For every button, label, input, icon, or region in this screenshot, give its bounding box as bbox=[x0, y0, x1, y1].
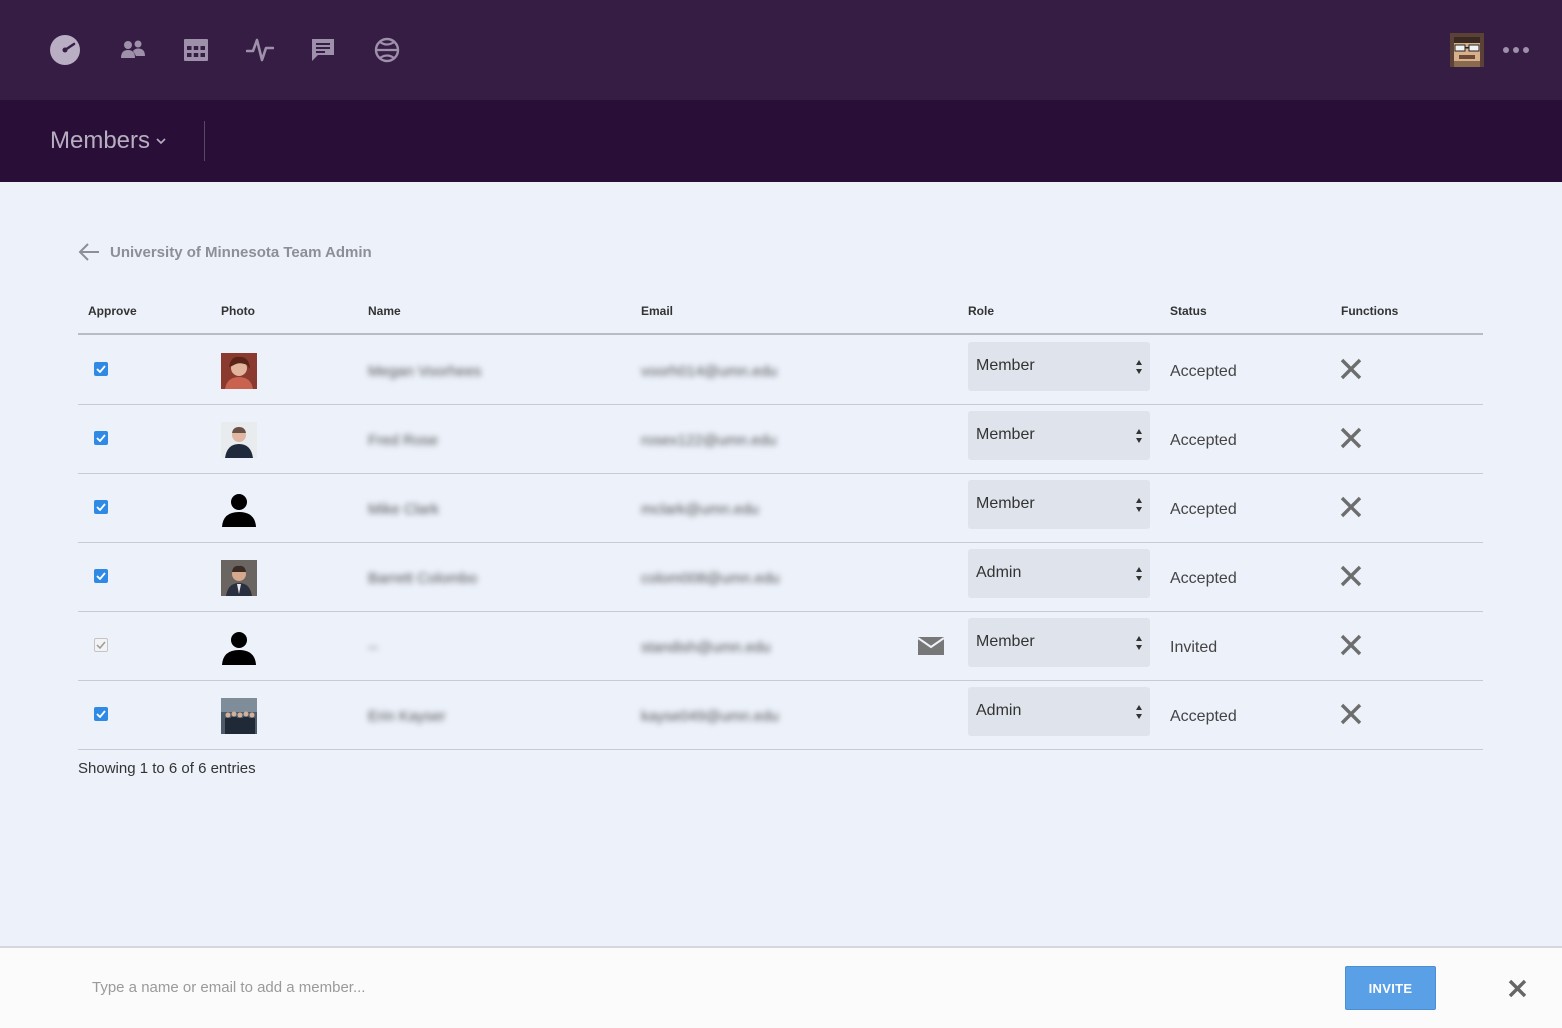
status-text: Accepted bbox=[1170, 363, 1237, 380]
role-select[interactable]: Member bbox=[968, 411, 1150, 460]
role-value: Member bbox=[976, 633, 1035, 650]
role-select[interactable]: Member bbox=[968, 480, 1150, 529]
remove-member-icon[interactable] bbox=[1340, 358, 1362, 380]
section-header bbox=[0, 100, 1562, 182]
member-email: rosex122@umn.edu bbox=[641, 432, 777, 449]
header-role[interactable]: Role bbox=[968, 304, 994, 318]
activity-icon[interactable] bbox=[240, 30, 280, 70]
default-avatar-icon bbox=[221, 629, 257, 665]
header-status[interactable]: Status bbox=[1170, 304, 1207, 318]
member-photo bbox=[221, 353, 257, 389]
member-photo bbox=[221, 560, 257, 596]
member-name: Erin Kayser bbox=[368, 708, 446, 725]
chat-icon[interactable] bbox=[303, 30, 343, 70]
section-dropdown[interactable]: Members bbox=[50, 127, 166, 155]
member-email: voorh014@umn.edu bbox=[641, 363, 778, 380]
select-arrows-icon bbox=[1136, 498, 1142, 512]
table-row: Megan Voorhees voorh014@umn.edu Member A… bbox=[78, 336, 1483, 405]
role-select[interactable]: Member bbox=[968, 618, 1150, 667]
remove-member-icon[interactable] bbox=[1340, 634, 1362, 656]
member-email: standish@umn.edu bbox=[641, 639, 771, 656]
chevron-down-icon bbox=[156, 138, 166, 145]
header-approve[interactable]: Approve bbox=[88, 304, 137, 318]
member-email: mclark@umn.edu bbox=[641, 501, 759, 518]
status-text: Accepted bbox=[1170, 708, 1237, 725]
table-row: Mike Clark mclark@umn.edu Member Accepte… bbox=[78, 474, 1483, 543]
header-divider bbox=[204, 121, 205, 161]
more-dots-icon[interactable] bbox=[1500, 36, 1532, 64]
approve-checkbox[interactable] bbox=[94, 569, 108, 583]
role-select[interactable]: Admin bbox=[968, 549, 1150, 598]
status-text: Invited bbox=[1170, 639, 1218, 656]
resend-invite-mail-icon[interactable] bbox=[918, 636, 944, 656]
select-arrows-icon bbox=[1136, 705, 1142, 719]
select-arrows-icon bbox=[1136, 567, 1142, 581]
member-name: Mike Clark bbox=[368, 501, 439, 518]
member-photo bbox=[221, 698, 257, 734]
section-title: Members bbox=[50, 127, 151, 154]
basketball-icon[interactable] bbox=[367, 30, 407, 70]
role-select[interactable]: Admin bbox=[968, 687, 1150, 736]
member-photo bbox=[221, 422, 257, 458]
table-row: Fred Rose rosex122@umn.edu Member Accept… bbox=[78, 405, 1483, 474]
select-arrows-icon bbox=[1136, 360, 1142, 374]
close-icon[interactable] bbox=[1507, 978, 1528, 999]
status-text: Accepted bbox=[1170, 570, 1237, 587]
user-avatar[interactable] bbox=[1450, 33, 1484, 67]
header-functions: Functions bbox=[1341, 304, 1399, 318]
remove-member-icon[interactable] bbox=[1340, 565, 1362, 587]
arrow-left-icon bbox=[78, 243, 99, 261]
invite-button[interactable]: INVITE bbox=[1345, 966, 1436, 1010]
member-email: colom008@umn.edu bbox=[641, 570, 780, 587]
status-text: Accepted bbox=[1170, 432, 1237, 449]
role-value: Member bbox=[976, 426, 1035, 443]
team-title: University of Minnesota Team Admin bbox=[110, 243, 372, 261]
table-row: -- standish@umn.edu Member Invited bbox=[78, 612, 1483, 681]
table-header: Approve Photo Name Email Role Status Fun… bbox=[78, 300, 1483, 335]
dashboard-icon[interactable] bbox=[45, 30, 85, 70]
member-name: Megan Voorhees bbox=[368, 363, 482, 380]
back-link[interactable]: University of Minnesota Team Admin bbox=[78, 243, 372, 261]
add-member-footer: INVITE bbox=[0, 946, 1562, 1028]
select-arrows-icon bbox=[1136, 429, 1142, 443]
approve-checkbox[interactable] bbox=[94, 431, 108, 445]
approve-checkbox-disabled bbox=[94, 638, 108, 652]
approve-checkbox[interactable] bbox=[94, 362, 108, 376]
top-navigation-bar bbox=[0, 0, 1562, 100]
header-name[interactable]: Name bbox=[368, 304, 401, 318]
status-text: Accepted bbox=[1170, 501, 1237, 518]
member-name: Barrett Colombo bbox=[368, 570, 478, 587]
role-value: Member bbox=[976, 357, 1035, 374]
select-arrows-icon bbox=[1136, 636, 1142, 650]
default-avatar-icon bbox=[221, 491, 257, 527]
member-email: kayse049@umn.edu bbox=[641, 708, 779, 725]
add-member-input[interactable] bbox=[92, 968, 792, 1006]
header-email[interactable]: Email bbox=[641, 304, 673, 318]
table-row: Barrett Colombo colom008@umn.edu Admin A… bbox=[78, 543, 1483, 612]
role-select[interactable]: Member bbox=[968, 342, 1150, 391]
approve-checkbox[interactable] bbox=[94, 707, 108, 721]
table-row: Erin Kayser kayse049@umn.edu Admin Accep… bbox=[78, 681, 1483, 750]
remove-member-icon[interactable] bbox=[1340, 703, 1362, 725]
header-photo[interactable]: Photo bbox=[221, 304, 255, 318]
member-name: Fred Rose bbox=[368, 432, 439, 449]
role-value: Admin bbox=[976, 564, 1022, 581]
remove-member-icon[interactable] bbox=[1340, 496, 1362, 518]
grid-icon[interactable] bbox=[176, 30, 216, 70]
entries-info: Showing 1 to 6 of 6 entries bbox=[78, 760, 256, 777]
role-value: Admin bbox=[976, 702, 1022, 719]
approve-checkbox[interactable] bbox=[94, 500, 108, 514]
remove-member-icon[interactable] bbox=[1340, 427, 1362, 449]
role-value: Member bbox=[976, 495, 1035, 512]
member-name: -- bbox=[368, 639, 378, 656]
members-icon[interactable] bbox=[113, 30, 153, 70]
